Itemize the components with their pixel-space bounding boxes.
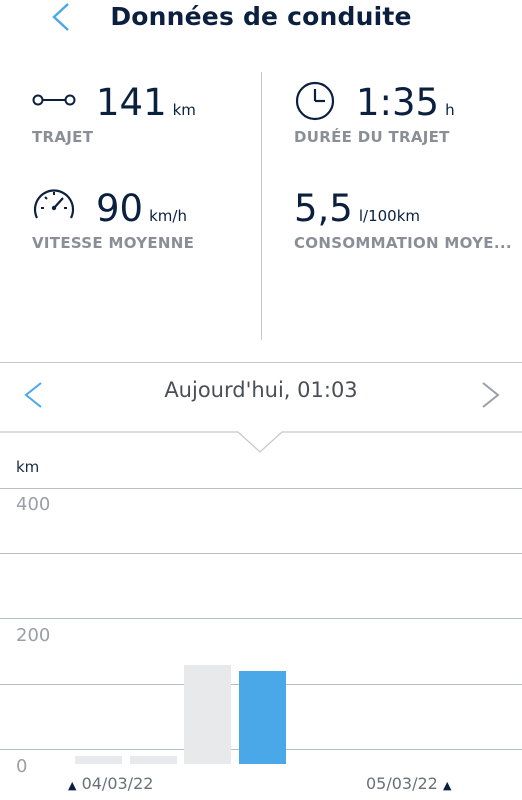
duration-label: DURÉE DU TRAJET [294,128,450,146]
clock-icon [295,81,335,121]
trip-duration-value: 1:35 h [356,81,455,124]
trip-duration-unit: h [445,101,455,119]
y-tick-200: 200 [16,625,51,646]
chart-bar[interactable] [239,671,286,764]
date-pointer-divider [0,431,522,453]
avg-speed-unit: km/h [149,207,187,225]
chart-bar[interactable] [75,756,122,764]
speedometer-icon [33,189,75,219]
next-chevron-icon[interactable] [478,380,504,410]
avg-speed-label: VITESSE MOYENNE [32,234,195,252]
gridline-300 [0,553,522,554]
stats-divider [261,72,262,340]
chart-bar[interactable] [184,665,231,764]
triangle-marker-icon: ▲ [442,779,452,792]
chart-unit-label: km [16,458,40,476]
chart-bar[interactable] [130,756,177,764]
page-title: Données de conduite [110,2,412,31]
date-label: Aujourd'hui, 01:03 [164,378,358,402]
x-label-start: ▲ 04/03/22 [68,774,154,793]
trip-label: TRAJET [32,128,94,146]
header: Données de conduite [0,0,522,40]
trip-distance-unit: km [172,101,196,119]
consumption-value: 5,5 l/100km [294,187,420,230]
x-label-end: 05/03/22 ▲ [366,774,452,793]
route-icon [32,94,76,106]
gridline-400 [0,488,522,489]
consumption-label: CONSOMMATION MOYE... [294,234,512,252]
date-nav-top-divider [0,362,522,363]
triangle-marker-icon: ▲ [68,779,77,792]
consumption-unit: l/100km [358,207,420,225]
y-tick-400: 400 [16,494,51,515]
trip-distance-value: 141 km [96,81,196,124]
y-tick-0: 0 [16,756,28,777]
gridline-200 [0,618,522,619]
avg-speed-value: 90 km/h [96,187,187,230]
